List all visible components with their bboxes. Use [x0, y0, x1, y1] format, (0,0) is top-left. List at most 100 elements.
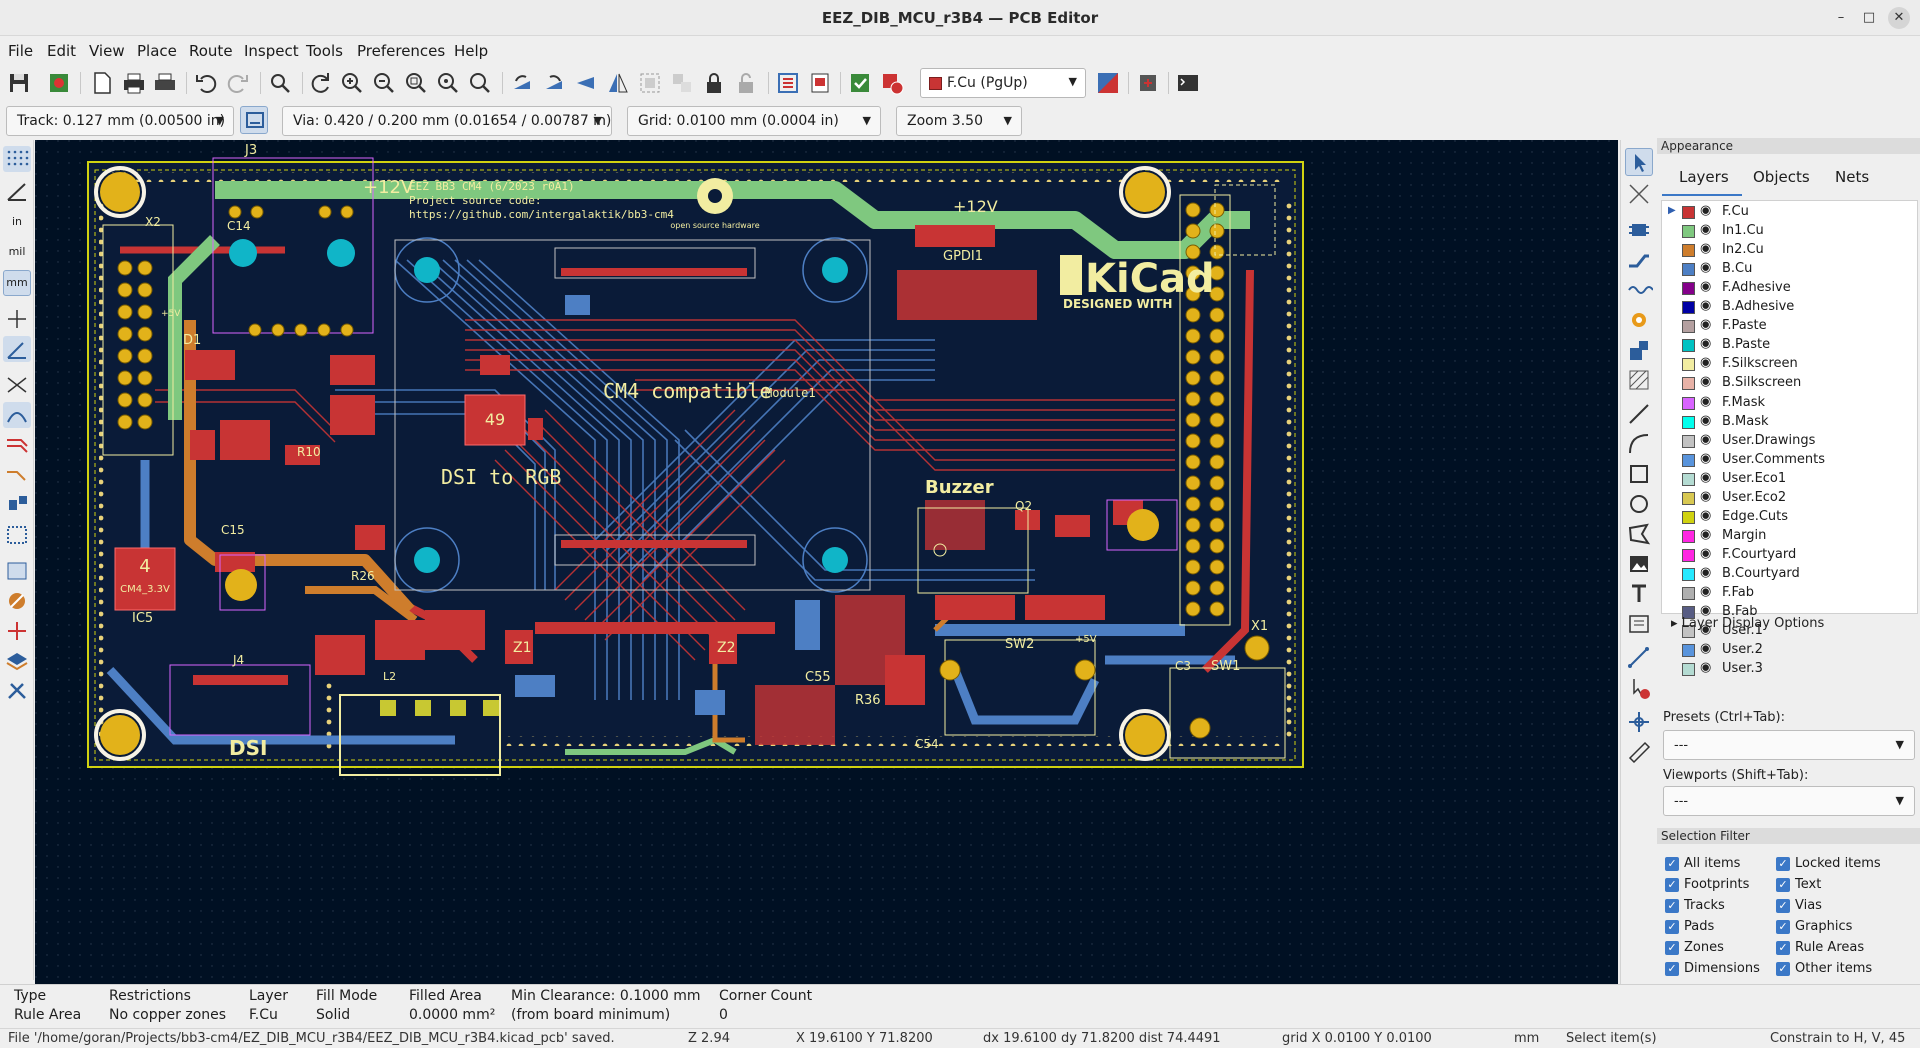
layer-color-swatch[interactable]: [1682, 567, 1695, 581]
eye-icon[interactable]: ◉: [1700, 508, 1711, 523]
add-dimension-icon[interactable]: [1625, 644, 1653, 672]
zoom-fit-icon[interactable]: [402, 69, 430, 97]
delete-tool-icon[interactable]: [1625, 674, 1653, 702]
angle-snap-icon[interactable]: [3, 336, 31, 362]
auto-track-width-icon[interactable]: [240, 106, 268, 134]
menu-preferences[interactable]: Preferences: [357, 42, 445, 60]
eye-icon[interactable]: ◉: [1700, 451, 1711, 466]
curved-ratsnest-icon[interactable]: [3, 402, 31, 428]
menu-route[interactable]: Route: [189, 42, 233, 60]
layer-color-swatch[interactable]: [1682, 548, 1695, 562]
add-textbox-icon[interactable]: [1625, 610, 1653, 638]
rotate-cw-icon[interactable]: [540, 69, 568, 97]
close-button[interactable]: ✕: [1888, 7, 1910, 29]
layer-row[interactable]: ◉ B.Courtyard: [1662, 565, 1917, 584]
layer-row[interactable]: ◉ User.Eco2: [1662, 489, 1917, 508]
select-tool-icon[interactable]: [1625, 148, 1653, 176]
ratsnest-icon[interactable]: [3, 372, 31, 398]
layer-row[interactable]: ◉ In1.Cu: [1662, 222, 1917, 241]
add-keepout-icon[interactable]: [1625, 366, 1653, 394]
layer-row[interactable]: ◉ B.Paste: [1662, 336, 1917, 355]
tools-icon[interactable]: [3, 678, 31, 704]
add-footprint-icon[interactable]: [1625, 216, 1653, 244]
layer-color-swatch[interactable]: [1682, 434, 1695, 448]
eye-icon[interactable]: ◉: [1700, 279, 1711, 294]
draw-rectangle-icon[interactable]: [1625, 460, 1653, 488]
layers-icon[interactable]: [3, 648, 31, 674]
zone-outline-icon[interactable]: [3, 588, 31, 614]
zone-display-icon[interactable]: [3, 558, 31, 584]
board-setup-icon[interactable]: [45, 69, 73, 97]
layer-row[interactable]: ◉ F.Paste: [1662, 317, 1917, 336]
eye-icon[interactable]: ◉: [1700, 241, 1711, 256]
layer-color-swatch[interactable]: [1682, 644, 1695, 658]
menu-place[interactable]: Place: [137, 42, 177, 60]
units-mils-button[interactable]: mil: [3, 240, 31, 266]
zoom-out-icon[interactable]: [370, 69, 398, 97]
drc-icon[interactable]: [846, 69, 874, 97]
eye-icon[interactable]: ◉: [1700, 527, 1711, 542]
eye-icon[interactable]: ◉: [1700, 260, 1711, 275]
layer-row[interactable]: ▶ ◉ F.Cu: [1662, 203, 1917, 222]
layer-color-swatch[interactable]: [1682, 206, 1695, 219]
cursor-shape-icon[interactable]: [3, 306, 31, 332]
page-settings-icon[interactable]: [88, 69, 116, 97]
layer-color-swatch[interactable]: [1682, 396, 1695, 410]
eye-icon[interactable]: ◉: [1700, 546, 1711, 561]
layer-row[interactable]: ◉ User.2: [1662, 641, 1917, 660]
layer-color-swatch[interactable]: [1682, 320, 1695, 334]
layer-color-swatch[interactable]: [1682, 358, 1695, 372]
eye-icon[interactable]: ◉: [1700, 203, 1711, 218]
place-anchor-icon[interactable]: [1625, 708, 1653, 736]
eye-icon[interactable]: ◉: [1700, 565, 1711, 580]
undo-icon[interactable]: [192, 69, 220, 97]
layer-row[interactable]: ◉ B.Adhesive: [1662, 298, 1917, 317]
layer-color-swatch[interactable]: [1682, 301, 1695, 315]
save-icon[interactable]: [5, 69, 33, 97]
eye-icon[interactable]: ◉: [1700, 660, 1711, 675]
netlist-icon[interactable]: [774, 69, 802, 97]
layer-row[interactable]: ◉ User.3: [1662, 660, 1917, 679]
eye-icon[interactable]: ◉: [1700, 394, 1711, 409]
draw-arc-icon[interactable]: [1625, 430, 1653, 458]
layer-color-swatch[interactable]: [1682, 339, 1695, 353]
layer-row[interactable]: ◉ User.Drawings: [1662, 432, 1917, 451]
group-icon[interactable]: [636, 69, 664, 97]
eye-icon[interactable]: ◉: [1700, 374, 1711, 389]
layer-row[interactable]: ◉ F.Silkscreen: [1662, 355, 1917, 374]
zoom-objects-icon[interactable]: [434, 69, 462, 97]
tab-layers[interactable]: Layers: [1679, 168, 1729, 186]
layer-row[interactable]: ◉ User.Comments: [1662, 451, 1917, 470]
add-text-icon[interactable]: [1625, 580, 1653, 608]
via-size-select[interactable]: Via: 0.420 / 0.200 mm (0.01654 / 0.00787…: [282, 106, 612, 136]
layer-color-swatch[interactable]: [1682, 225, 1695, 239]
layer-row[interactable]: ◉ B.Cu: [1662, 260, 1917, 279]
redo-icon[interactable]: [224, 69, 252, 97]
add-zone-icon[interactable]: [1625, 336, 1653, 364]
polar-coords-icon[interactable]: [3, 178, 31, 204]
layer-row[interactable]: ◉ Margin: [1662, 527, 1917, 546]
highcontrast-icon[interactable]: [3, 618, 31, 644]
via-display-icon[interactable]: [3, 522, 31, 548]
local-ratsnest-icon[interactable]: [1625, 180, 1653, 208]
lock-icon[interactable]: [700, 69, 728, 97]
layer-row[interactable]: ◉ User.Eco1: [1662, 470, 1917, 489]
erc-icon[interactable]: [878, 69, 906, 97]
add-image-icon[interactable]: [1625, 550, 1653, 578]
eye-icon[interactable]: ◉: [1700, 222, 1711, 237]
layer-row[interactable]: ◉ In2.Cu: [1662, 241, 1917, 260]
layer-color-swatch[interactable]: [1682, 510, 1695, 524]
eye-icon[interactable]: ◉: [1700, 470, 1711, 485]
minimize-button[interactable]: –: [1830, 7, 1852, 29]
plot-icon[interactable]: [151, 69, 179, 97]
measure-tool-icon[interactable]: [1625, 738, 1653, 766]
rotate-ccw-icon[interactable]: [508, 69, 536, 97]
eye-icon[interactable]: ◉: [1700, 317, 1711, 332]
scripting-console-icon[interactable]: [1174, 69, 1202, 97]
eye-icon[interactable]: ◉: [1700, 336, 1711, 351]
layer-row[interactable]: ◉ F.Fab: [1662, 584, 1917, 603]
footprint-library-icon[interactable]: [806, 69, 834, 97]
find-icon[interactable]: [266, 69, 294, 97]
tab-objects[interactable]: Objects: [1753, 168, 1810, 186]
menu-file[interactable]: File: [8, 42, 33, 60]
